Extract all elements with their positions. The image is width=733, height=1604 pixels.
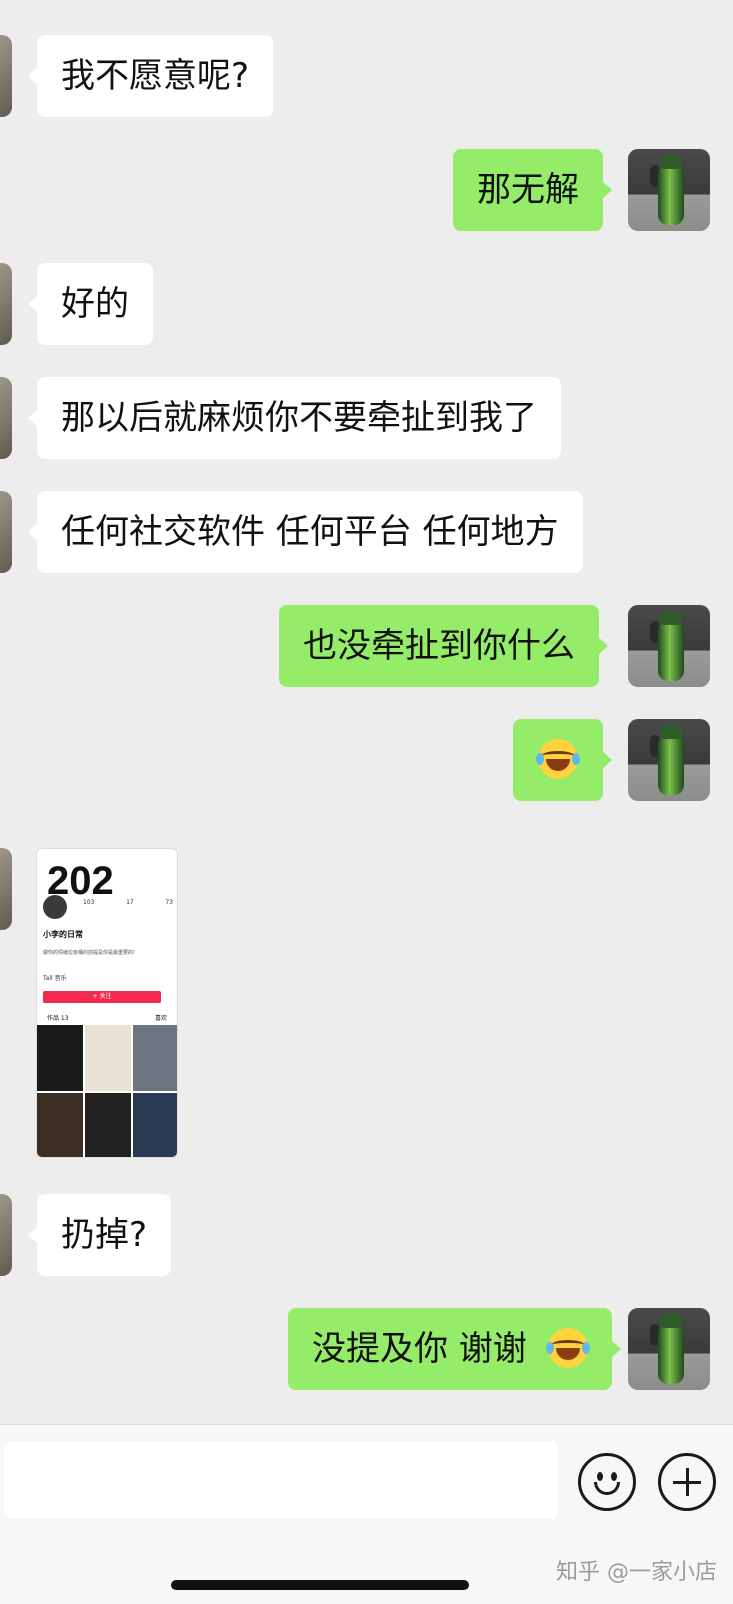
chat-area[interactable]: 我不愿意呢? 那无解 好的 那以后就麻烦你不要牵扯到我了 任何社交软件 任何平台… [0,0,733,1424]
contact-avatar[interactable] [0,263,12,345]
message-bubble-incoming[interactable]: 我不愿意呢? [27,35,274,117]
message-bubble-outgoing[interactable]: 没提及你 谢谢 [288,1308,621,1390]
contact-avatar[interactable] [0,377,12,459]
thumbnail-stats: 103 17 73 [83,899,173,906]
thumbnail-tabs: 作品 13 喜欢 [47,1015,167,1022]
home-indicator[interactable] [171,1580,469,1590]
thumbnail-music: Tall 音乐 [43,975,67,982]
thumbnail-name: 小李的日常 [43,930,83,939]
message-bubble-incoming[interactable]: 那以后就麻烦你不要牵扯到我了 [28,377,561,459]
contact-avatar[interactable] [0,491,12,573]
user-avatar[interactable] [628,149,710,231]
thumbnail-follow-button: + 关注 [43,991,161,1003]
message-input[interactable] [4,1441,558,1519]
thumbnail-video-grid [37,1025,177,1157]
thumbnail-avatar [43,895,67,919]
watermark: 知乎 @一家小店 [556,1560,717,1585]
message-bubble-outgoing[interactable]: 也没牵扯到你什么 [279,605,608,687]
plus-icon[interactable] [658,1453,716,1511]
message-bubble-incoming[interactable]: 好的 [28,263,153,345]
emoji-icon[interactable] [578,1453,636,1511]
user-avatar[interactable] [628,719,710,801]
message-bubble-outgoing[interactable]: 那无解 [453,149,612,231]
message-bubble-outgoing[interactable] [513,719,612,801]
shared-screenshot-image[interactable]: 202 103 17 73 小李的日常 做你的情绪垃圾桶的前提是你是最重要的! … [36,848,178,1158]
contact-avatar[interactable] [0,1194,12,1276]
user-avatar[interactable] [628,1308,710,1390]
tears-of-joy-emoji-icon [545,1327,590,1368]
user-avatar[interactable] [628,605,710,687]
message-text: 没提及你 谢谢 [312,1329,527,1369]
contact-avatar[interactable] [0,35,12,117]
thumbnail-bio: 做你的情绪垃圾桶的前提是你是最重要的! [43,950,136,956]
tears-of-joy-emoji-icon [536,738,580,779]
contact-avatar[interactable] [0,848,12,930]
message-bubble-incoming[interactable]: 任何社交软件 任何平台 任何地方 [28,491,583,573]
message-bubble-incoming[interactable]: 扔掉? [27,1194,172,1276]
